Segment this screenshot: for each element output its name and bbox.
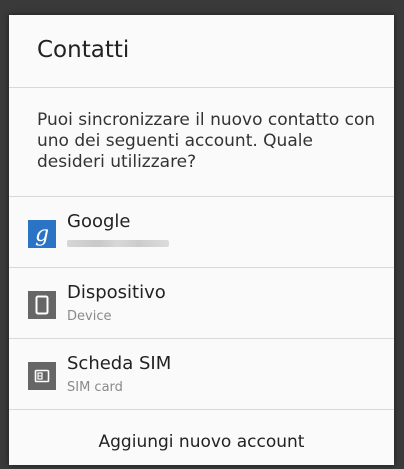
account-option-sim[interactable]: Scheda SIM SIM card <box>9 339 394 409</box>
dialog-title: Contatti <box>37 37 130 63</box>
sim-card-icon <box>28 362 56 390</box>
divider <box>9 409 394 410</box>
add-new-account-button[interactable]: Aggiungi nuovo account <box>9 419 394 465</box>
redacted-email <box>67 240 169 247</box>
divider <box>9 87 394 88</box>
account-label: Dispositivo <box>67 282 166 303</box>
google-icon: g <box>28 220 56 248</box>
account-label: Google <box>67 211 131 232</box>
phone-device-icon <box>28 291 56 319</box>
account-subtitle: SIM card <box>67 380 123 395</box>
account-subtitle: Device <box>67 309 112 324</box>
account-label: Scheda SIM <box>67 353 172 374</box>
dialog-message: Puoi sincronizzare il nuovo contatto con… <box>37 110 376 172</box>
account-option-google[interactable]: g Google <box>9 197 394 267</box>
account-option-device[interactable]: Dispositivo Device <box>9 268 394 338</box>
account-chooser-dialog: Contatti Puoi sincronizzare il nuovo con… <box>9 15 394 465</box>
